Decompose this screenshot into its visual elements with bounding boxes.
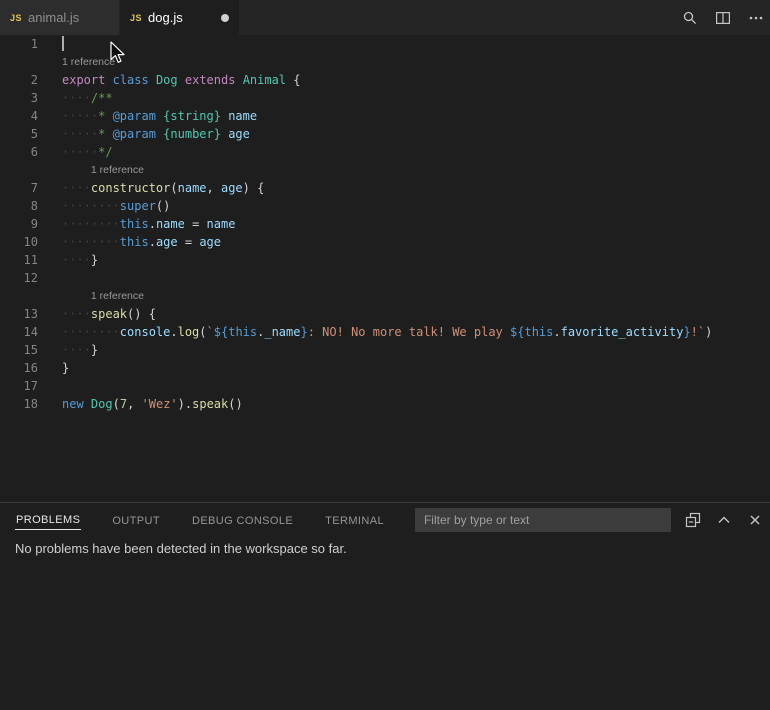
panel-tab-output[interactable]: OUTPUT: [111, 511, 161, 530]
editor[interactable]: 1 1 reference 2export class Dog extends An…: [0, 35, 770, 502]
modified-indicator-dot[interactable]: [221, 14, 229, 22]
codelens-reference-link[interactable]: 1 reference: [91, 290, 144, 302]
code-line[interactable]: 2export class Dog extends Animal {: [0, 71, 770, 89]
code-content[interactable]: ·····*/: [38, 143, 113, 161]
js-file-icon: JS: [130, 13, 142, 23]
tab-label: animal.js: [28, 10, 79, 25]
code-content[interactable]: [38, 377, 62, 395]
text-cursor: [62, 36, 64, 51]
code-line[interactable]: 18new Dog(7, 'Wez').speak(): [0, 395, 770, 413]
line-number[interactable]: 9: [0, 215, 38, 233]
codelens-reference-link[interactable]: 1 reference: [91, 164, 144, 176]
codelens-reference-link[interactable]: 1 reference: [62, 56, 115, 68]
problems-filter-input[interactable]: [415, 508, 671, 532]
code-line[interactable]: 1: [0, 35, 770, 53]
codelens-row: 1 reference: [0, 287, 770, 305]
tab-animal.js[interactable]: JS animal.js: [0, 0, 120, 35]
problems-panel-body: No problems have been detected in the wo…: [0, 537, 770, 560]
line-number[interactable]: 15: [0, 341, 38, 359]
line-number[interactable]: 3: [0, 89, 38, 107]
panel-tab-terminal[interactable]: TERMINAL: [324, 511, 385, 530]
line-number[interactable]: 18: [0, 395, 38, 413]
code-line[interactable]: 7····constructor(name, age) {: [0, 179, 770, 197]
line-number[interactable]: 6: [0, 143, 38, 161]
line-number[interactable]: 8: [0, 197, 38, 215]
code-line[interactable]: 5·····* @param {number} age: [0, 125, 770, 143]
problems-empty-message: No problems have been detected in the wo…: [15, 541, 347, 556]
code-content[interactable]: [38, 35, 64, 53]
code-content[interactable]: ····}: [38, 251, 98, 269]
code-content[interactable]: export class Dog extends Animal {: [38, 71, 301, 89]
tab-dog.js[interactable]: JS dog.js: [120, 0, 240, 35]
code-content[interactable]: ····speak() {: [38, 305, 156, 323]
codelens-row: 1 reference: [0, 161, 770, 179]
codelens-row: 1 reference: [0, 53, 770, 71]
bottom-panel: PROBLEMS OUTPUT DEBUG CONSOLE TERMINAL No p…: [0, 502, 770, 710]
line-number[interactable]: 4: [0, 107, 38, 125]
panel-tab-debug-console[interactable]: DEBUG CONSOLE: [191, 511, 294, 530]
line-number[interactable]: 10: [0, 233, 38, 251]
code-content[interactable]: ····/**: [38, 89, 113, 107]
code-line[interactable]: 16}: [0, 359, 770, 377]
code-content[interactable]: ·····* @param {string} name: [38, 107, 257, 125]
js-file-icon: JS: [10, 13, 22, 23]
line-number[interactable]: 7: [0, 179, 38, 197]
tab-label: dog.js: [148, 10, 183, 25]
code-line[interactable]: 12: [0, 269, 770, 287]
code-content[interactable]: ········this.name = name: [38, 215, 235, 233]
code-content[interactable]: ····}: [38, 341, 98, 359]
panel-tabs: PROBLEMS OUTPUT DEBUG CONSOLE TERMINAL: [15, 510, 415, 530]
code-line[interactable]: 6·····*/: [0, 143, 770, 161]
line-number[interactable]: 17: [0, 377, 38, 395]
code-content[interactable]: [38, 269, 62, 287]
code-line[interactable]: 9········this.name = name: [0, 215, 770, 233]
collapse-all-icon[interactable]: [684, 510, 702, 530]
code-line[interactable]: 10········this.age = age: [0, 233, 770, 251]
line-number[interactable]: 5: [0, 125, 38, 143]
more-actions-icon[interactable]: [746, 8, 766, 28]
line-number[interactable]: 13: [0, 305, 38, 323]
code-content[interactable]: ········console.log(`${this._name}: NO! …: [38, 323, 712, 341]
line-number[interactable]: 11: [0, 251, 38, 269]
code-content[interactable]: }: [38, 359, 69, 377]
tab-bar: JS animal.js JS dog.js: [0, 0, 770, 35]
code-line[interactable]: 11····}: [0, 251, 770, 269]
code-line[interactable]: 3····/**: [0, 89, 770, 107]
line-number[interactable]: 12: [0, 269, 38, 287]
code-line[interactable]: 8········super(): [0, 197, 770, 215]
editor-lines: 1 1 reference 2export class Dog extends An…: [0, 35, 770, 413]
code-content[interactable]: ········super(): [38, 197, 170, 215]
code-content[interactable]: ·····* @param {number} age: [38, 125, 250, 143]
maximize-panel-icon[interactable]: [715, 510, 733, 530]
editor-actions: [667, 0, 770, 35]
code-content[interactable]: ········this.age = age: [38, 233, 221, 251]
search-icon[interactable]: [680, 8, 700, 28]
editor-tabs: JS animal.js JS dog.js: [0, 0, 240, 35]
code-line[interactable]: 15····}: [0, 341, 770, 359]
code-line[interactable]: 14········console.log(`${this._name}: NO…: [0, 323, 770, 341]
code-content[interactable]: new Dog(7, 'Wez').speak(): [38, 395, 243, 413]
line-number[interactable]: 16: [0, 359, 38, 377]
code-line[interactable]: 17: [0, 377, 770, 395]
split-editor-icon[interactable]: [713, 8, 733, 28]
line-number[interactable]: 1: [0, 35, 38, 53]
code-content[interactable]: ····constructor(name, age) {: [38, 179, 264, 197]
code-line[interactable]: 13····speak() {: [0, 305, 770, 323]
panel-header: PROBLEMS OUTPUT DEBUG CONSOLE TERMINAL: [0, 503, 770, 537]
panel-tab-problems[interactable]: PROBLEMS: [15, 510, 81, 530]
line-number[interactable]: 14: [0, 323, 38, 341]
code-line[interactable]: 4·····* @param {string} name: [0, 107, 770, 125]
line-number[interactable]: 2: [0, 71, 38, 89]
close-panel-icon[interactable]: [746, 510, 764, 530]
